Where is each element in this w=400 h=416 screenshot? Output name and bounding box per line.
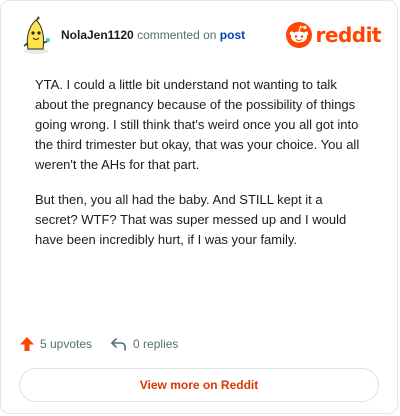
reddit-logo[interactable]: reddit bbox=[285, 22, 382, 48]
reply-count: 0 replies bbox=[133, 337, 179, 351]
view-more-label: View more on Reddit bbox=[139, 378, 259, 392]
comment-body: YTA. I could a little bit understand not… bbox=[35, 75, 367, 265]
reply-button[interactable]: 0 replies bbox=[110, 336, 178, 352]
reddit-snoo-icon bbox=[285, 22, 312, 48]
upvote-button[interactable]: 5 upvotes bbox=[19, 336, 92, 352]
banana-avatar-icon[interactable] bbox=[19, 15, 53, 55]
upvote-count: 5 upvotes bbox=[40, 337, 93, 351]
reply-arrow-icon bbox=[111, 338, 126, 351]
upvote-arrow-icon bbox=[20, 337, 34, 351]
embedded-comment-card: NolaJen1120 commented on post reddit YTA… bbox=[0, 0, 398, 414]
comment-meta: NolaJen1120 commented on post bbox=[61, 28, 245, 42]
comment-header: NolaJen1120 commented on post reddit bbox=[19, 15, 382, 55]
username-link[interactable]: NolaJen1120 bbox=[61, 28, 134, 42]
comment-actions: 5 upvotes 0 replies bbox=[19, 333, 196, 355]
view-more-button[interactable]: View more on Reddit bbox=[19, 368, 379, 402]
action-text: commented on bbox=[137, 28, 217, 42]
comment-paragraph: YTA. I could a little bit understand not… bbox=[35, 77, 360, 172]
reddit-wordmark: reddit bbox=[315, 23, 382, 47]
comment-paragraph: But then, you all had the baby. And STIL… bbox=[35, 192, 347, 247]
post-link[interactable]: post bbox=[220, 28, 245, 42]
